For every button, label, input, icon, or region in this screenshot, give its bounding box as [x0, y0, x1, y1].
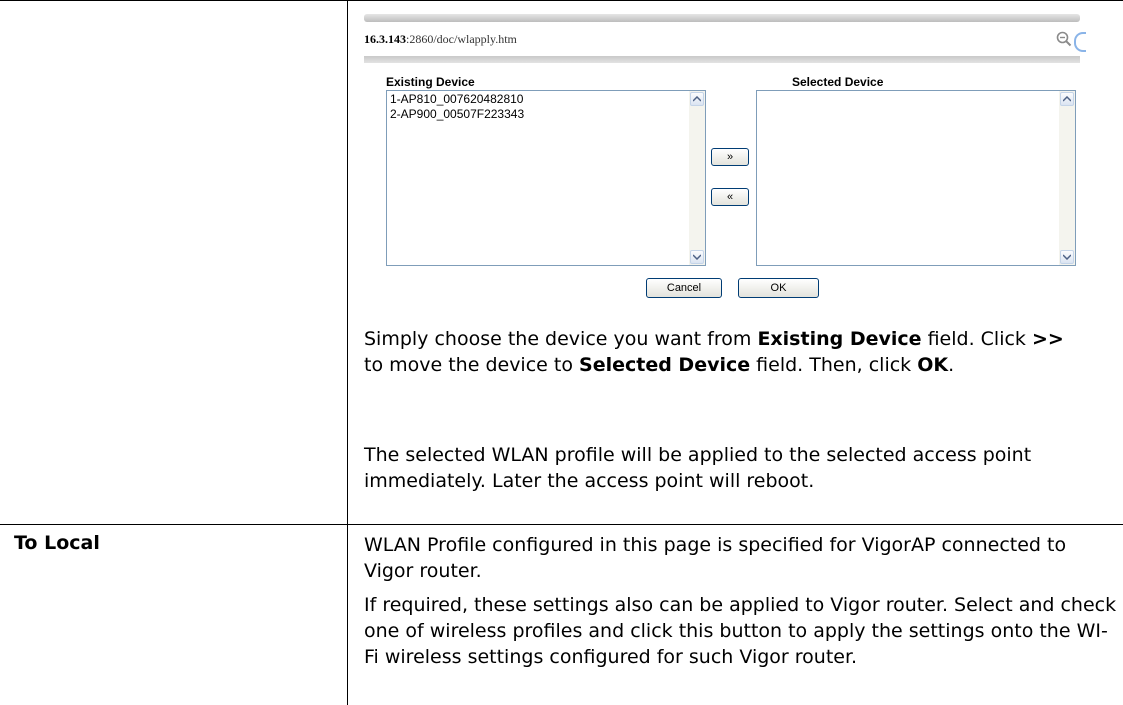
- scroll-down-button[interactable]: [690, 250, 704, 264]
- chevron-up-icon: [1063, 96, 1071, 102]
- chevron-down-icon: [693, 254, 701, 260]
- scrollbar[interactable]: [689, 91, 705, 265]
- table-top-border: [0, 0, 1123, 1]
- scrollbar[interactable]: [1059, 91, 1075, 265]
- scroll-up-button[interactable]: [1060, 92, 1074, 106]
- scroll-down-button[interactable]: [1060, 250, 1074, 264]
- selected-device-label: Selected Device: [792, 75, 884, 89]
- browser-top-bar: [364, 14, 1080, 22]
- to-local-term: To Local: [14, 532, 100, 554]
- to-local-apply-description: If required, these settings also can be …: [364, 594, 1117, 668]
- list-item[interactable]: 2-AP900_00507F223343: [390, 107, 524, 122]
- apply-dialog-screenshot: 16.3.143:2860/doc/wlapply.htm Existing D…: [364, 14, 1123, 316]
- ok-button[interactable]: OK: [738, 278, 819, 298]
- browser-bottom-bar: [364, 56, 1080, 63]
- browser-circle-icon: [1074, 32, 1086, 52]
- table-column-divider: [347, 0, 348, 705]
- existing-device-list[interactable]: 1-AP810_007620482810 2-AP900_00507F22334…: [386, 90, 706, 266]
- move-right-button[interactable]: »: [711, 148, 749, 166]
- browser-address-bar[interactable]: 16.3.143:2860/doc/wlapply.htm: [364, 22, 1080, 56]
- address-path: :2860/doc/wlapply.htm: [406, 32, 517, 46]
- scroll-up-button[interactable]: [690, 92, 704, 106]
- zoom-icon[interactable]: [1056, 31, 1072, 47]
- existing-device-label: Existing Device: [386, 75, 475, 89]
- chevron-down-icon: [1063, 254, 1071, 260]
- table-row-divider: [0, 524, 1123, 525]
- existing-device-items: 1-AP810_007620482810 2-AP900_00507F22334…: [390, 92, 524, 122]
- apply-result-paragraph: The selected WLAN profile will be applie…: [364, 444, 1032, 492]
- cancel-button[interactable]: Cancel: [646, 278, 722, 298]
- selected-device-list[interactable]: [756, 90, 1076, 266]
- address-host: 16.3.143: [364, 32, 406, 46]
- list-item[interactable]: 1-AP810_007620482810: [390, 92, 524, 107]
- move-left-button[interactable]: «: [711, 188, 749, 206]
- to-local-description: WLAN Profile configured in this page is …: [364, 534, 1067, 582]
- chevron-up-icon: [693, 96, 701, 102]
- device-selection-paragraph: Simply choose the device you want from E…: [364, 328, 1064, 376]
